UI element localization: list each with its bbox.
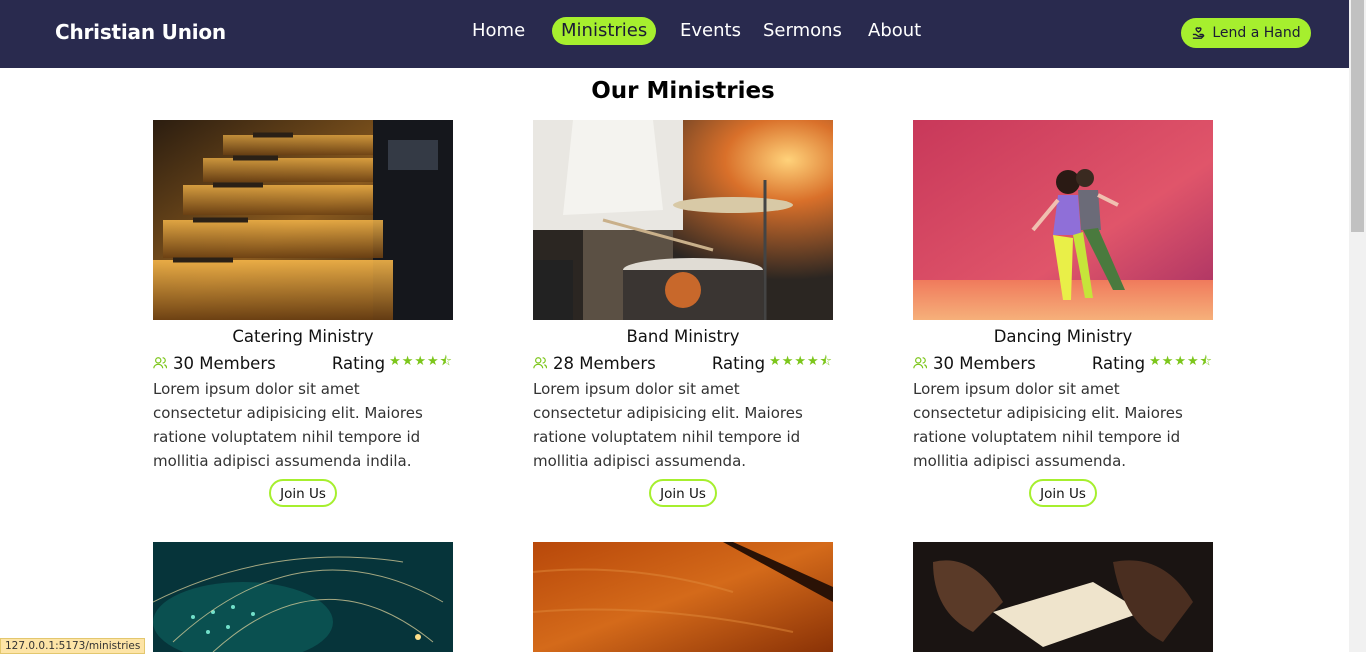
rating: Rating ★★★★⯪: [332, 352, 453, 374]
members-count: 28 Members: [533, 354, 656, 373]
ministry-card-dancing: Dancing Ministry 30 Members Rating ★★★★⯪…: [913, 120, 1213, 507]
lend-a-hand-button[interactable]: Lend a Hand: [1181, 18, 1311, 48]
drummer-photo: [533, 120, 833, 320]
ministry-meta: 30 Members Rating ★★★★⯪: [153, 349, 453, 377]
nav-sermons[interactable]: Sermons: [754, 17, 851, 45]
join-us-button[interactable]: Join Us: [269, 479, 337, 507]
users-icon: [533, 357, 547, 369]
rating-label: Rating: [711, 353, 766, 373]
ministry-meta: 30 Members Rating ★★★★⯪: [913, 349, 1213, 377]
users-icon: [913, 357, 927, 369]
nav-about[interactable]: About: [859, 17, 930, 45]
members-label: 30 Members: [933, 353, 1036, 373]
nav-events[interactable]: Events: [671, 17, 750, 45]
wood-image: [533, 542, 833, 652]
ministry-card-4: [153, 542, 453, 652]
wood-texture-photo: [533, 542, 833, 652]
ministry-description: Lorem ipsum dolor sit amet consectetur a…: [153, 380, 423, 470]
nav-links: Home Ministries Events Sermons About: [0, 17, 1349, 47]
members-label: 30 Members: [173, 353, 276, 373]
dancing-image: [913, 120, 1213, 320]
rating-label: Rating: [1091, 353, 1146, 373]
hand-heart-icon: [1193, 26, 1205, 39]
chafing-dishes-photo: [153, 120, 453, 320]
prayer-image: [913, 542, 1213, 652]
ministry-meta: 28 Members Rating ★★★★⯪: [533, 349, 833, 377]
ministry-title: Dancing Ministry: [993, 327, 1133, 346]
ministry-card-band: Band Ministry 28 Members Rating ★★★★⯪ Lo…: [533, 120, 833, 507]
dancers-photo: [913, 120, 1213, 320]
join-us-button[interactable]: Join Us: [649, 479, 717, 507]
praying-bible-photo: [913, 542, 1213, 652]
nav-home[interactable]: Home: [463, 17, 534, 45]
ministry-title: Catering Ministry: [232, 327, 374, 346]
ministry-card-6: [913, 542, 1213, 652]
join-us-button[interactable]: Join Us: [1029, 479, 1097, 507]
members-count: 30 Members: [913, 354, 1036, 373]
network-image: [153, 542, 453, 652]
top-navbar: Christian Union Home Ministries Events S…: [0, 0, 1349, 68]
rating: Rating ★★★★⯪: [712, 352, 833, 374]
star-rating-icon: ★★★★⯪: [1149, 354, 1213, 369]
network-globe-photo: [153, 542, 453, 652]
page-title: Our Ministries: [591, 78, 775, 104]
ministry-card-5: [533, 542, 833, 652]
ministry-title: Band Ministry: [626, 327, 740, 346]
star-rating-icon: ★★★★⯪: [389, 354, 453, 369]
ministry-description: Lorem ipsum dolor sit amet consectetur a…: [913, 380, 1183, 470]
rating-label: Rating: [331, 353, 386, 373]
nav-ministries[interactable]: Ministries: [552, 17, 657, 45]
members-label: 28 Members: [553, 353, 656, 373]
lend-a-hand-label: Lend a Hand: [1212, 25, 1301, 41]
scrollbar-thumb[interactable]: [1351, 0, 1364, 232]
catering-image: [153, 120, 453, 320]
users-icon: [153, 357, 167, 369]
members-count: 30 Members: [153, 354, 276, 373]
ministry-card-catering: Catering Ministry 30 Members Rating ★★★★…: [153, 120, 453, 507]
band-image: [533, 120, 833, 320]
ministry-description: Lorem ipsum dolor sit amet consectetur a…: [533, 380, 803, 470]
rating: Rating ★★★★⯪: [1092, 352, 1213, 374]
star-rating-icon: ★★★★⯪: [769, 354, 833, 369]
